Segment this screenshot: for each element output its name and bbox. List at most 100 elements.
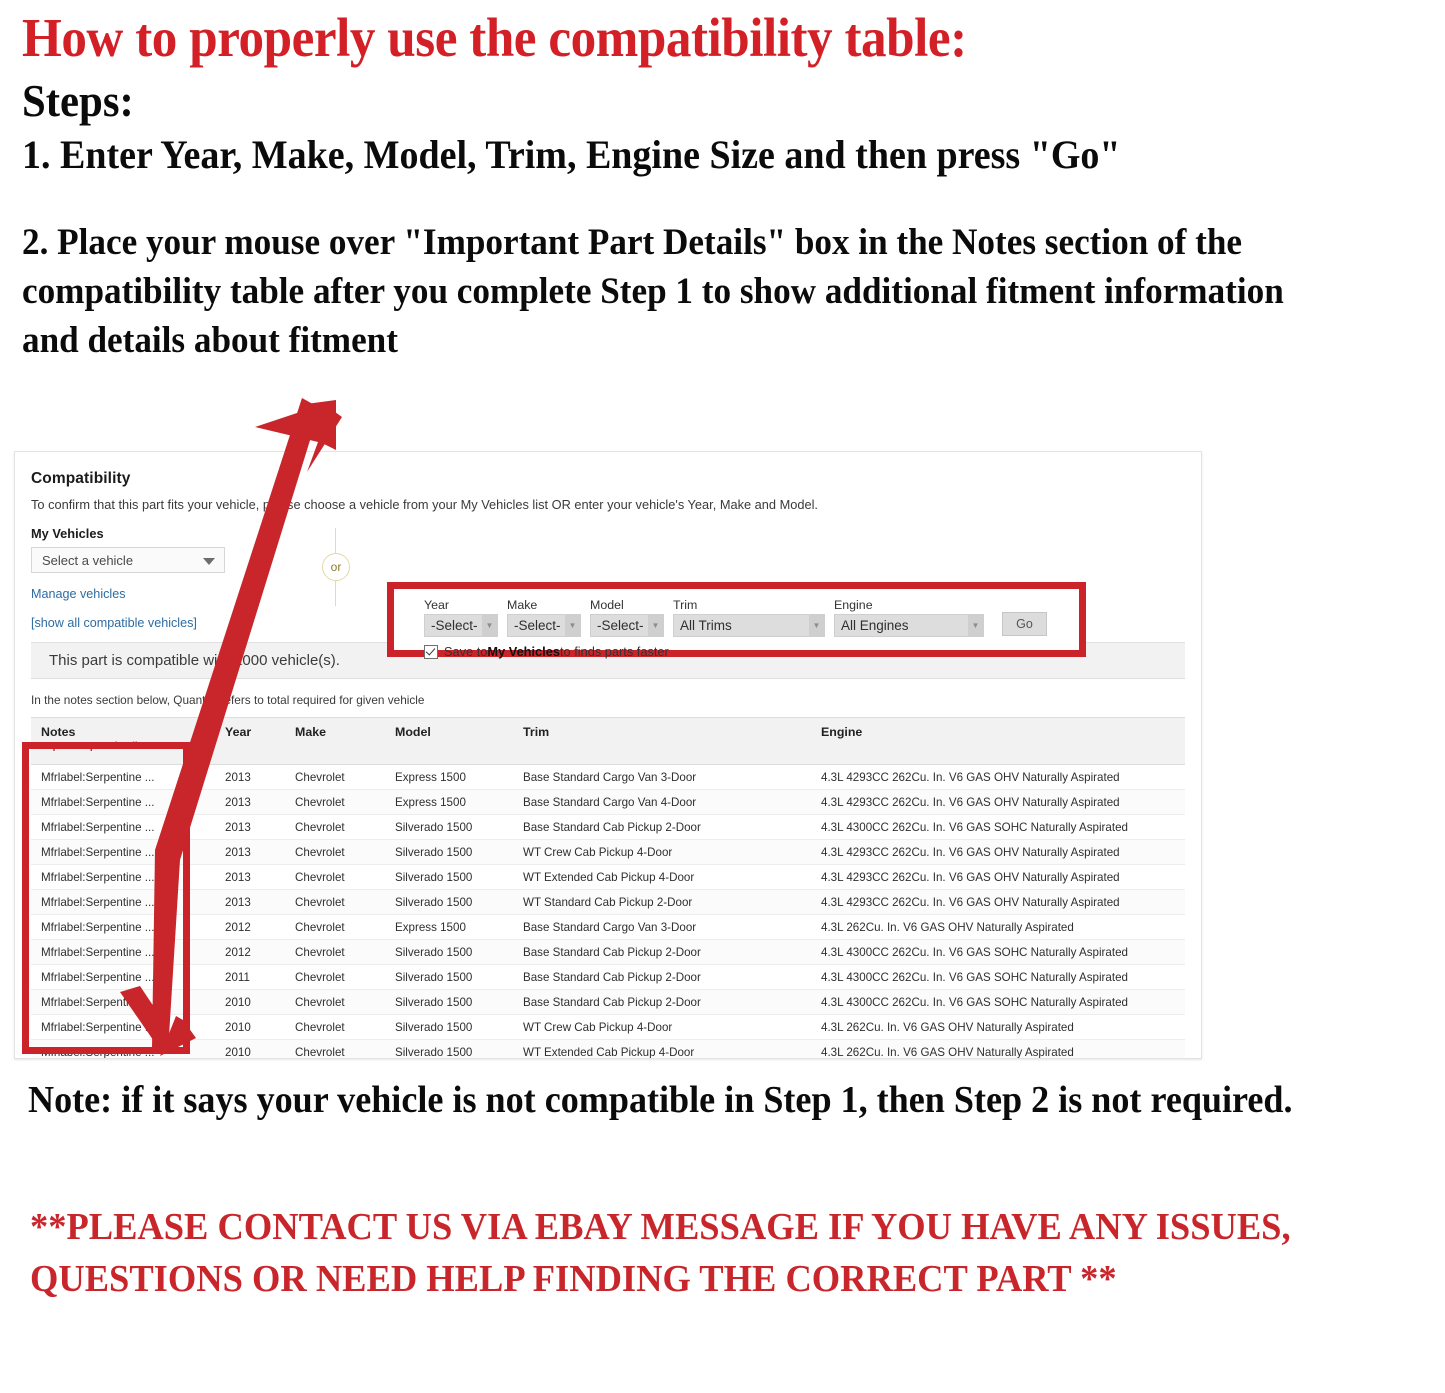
step-2-text: 2. Place your mouse over "Important Part… [22,222,1284,361]
table-row[interactable]: Mfrlabel:Serpentine ... 2010 Chevrolet Silv… [31,1039,1185,1058]
header-notes-label: Notes [41,725,76,739]
make-label: Make [507,598,538,612]
or-badge-label: or [322,553,350,581]
trim-label: Trim [673,598,698,612]
table-row[interactable]: Mfrlabel:Serpentine ... 2013 Chevrolet Expr… [31,789,1185,815]
cell-trim: WT Standard Cab Pickup 2-Door [513,889,811,915]
cell-model: Express 1500 [385,764,513,790]
cell-trim: WT Extended Cab Pickup 4-Door [513,1039,811,1058]
cell-make: Chevrolet [285,814,385,840]
table-row[interactable]: Mfrlabel:Serpentine ... 2013 Chevrolet Silv… [31,839,1185,865]
model-label: Model [590,598,624,612]
cell-notes: Mfrlabel:Serpentine ... [31,864,215,890]
table-row[interactable]: Mfrlabel:Serpentine ... 2012 Chevrolet Expr… [31,914,1185,940]
cell-trim: Base Standard Cargo Van 3-Door [513,764,811,790]
cell-make: Chevrolet [285,1014,385,1040]
cell-engine: 4.3L 4300CC 262Cu. In. V6 GAS SOHC Natur… [811,814,1185,840]
table-row[interactable]: Mfrlabel:Serpentine ... 2013 Chevrolet Expr… [31,764,1185,790]
cell-make: Chevrolet [285,1039,385,1058]
cell-engine: 4.3L 262Cu. In. V6 GAS OHV Naturally Asp… [811,914,1185,940]
trim-select[interactable]: All Trims ▼ [673,614,825,637]
cell-notes: Mfrlabel:Serpentine ... [31,989,215,1015]
cell-year: 2013 [215,889,285,915]
table-row[interactable]: Mfrlabel:Serpentine ... 2011 Chevrolet Silv… [31,964,1185,990]
make-select[interactable]: -Select- ▼ [507,614,581,637]
model-select[interactable]: -Select- ▼ [590,614,664,637]
cell-year: 2013 [215,789,285,815]
cell-trim: Base Standard Cab Pickup 2-Door [513,964,811,990]
compatibility-table-body: Mfrlabel:Serpentine ... 2013 Chevrolet Expr… [31,764,1185,1058]
header-model[interactable]: Model [385,717,513,765]
cell-model: Silverado 1500 [385,814,513,840]
cell-engine: 4.3L 262Cu. In. V6 GAS OHV Naturally Asp… [811,1039,1185,1058]
chevron-down-icon: ▼ [809,615,824,636]
cell-engine: 4.3L 4293CC 262Cu. In. V6 GAS OHV Natura… [811,839,1185,865]
manage-vehicles-link[interactable]: Manage vehicles [31,587,291,601]
table-row[interactable]: Mfrlabel:Serpentine ... 2013 Chevrolet Silv… [31,814,1185,840]
cell-engine: 4.3L 4293CC 262Cu. In. V6 GAS OHV Natura… [811,864,1185,890]
cell-make: Chevrolet [285,889,385,915]
cell-make: Chevrolet [285,764,385,790]
cell-notes: Mfrlabel:Serpentine ... [31,789,215,815]
header-year[interactable]: Year [215,717,285,765]
chevron-down-icon: ▼ [565,615,580,636]
quantity-note: In the notes section below, Quantity ref… [31,693,425,707]
cell-model: Silverado 1500 [385,964,513,990]
table-row[interactable]: Mfrlabel:Serpentine ... 2013 Chevrolet Silv… [31,889,1185,915]
table-header-row: Notes Important part details Year Make M… [31,717,1185,765]
table-row[interactable]: Mfrlabel:Serpentine ... 2012 Chevrolet Silv… [31,939,1185,965]
my-vehicles-select[interactable]: Select a vehicle [31,547,225,573]
year-select[interactable]: -Select- ▼ [424,614,498,637]
cell-make: Chevrolet [285,964,385,990]
chevron-down-icon [203,558,215,565]
engine-field: Engine All Engines ▼ [834,598,984,637]
cell-model: Silverado 1500 [385,889,513,915]
cell-year: 2010 [215,989,285,1015]
chevron-down-icon: ▼ [482,615,497,636]
save-checkbox[interactable] [424,644,438,659]
cell-trim: Base Standard Cab Pickup 2-Door [513,989,811,1015]
compatibility-table: Notes Important part details Year Make M… [31,717,1185,1058]
cell-year: 2013 [215,864,285,890]
compatibility-title: Compatibility [31,470,131,487]
cell-notes: Mfrlabel:Serpentine ... [31,914,215,940]
save-to-my-vehicles-row[interactable]: Save to My Vehicles to finds parts faste… [394,637,1079,659]
cell-trim: Base Standard Cargo Van 3-Door [513,914,811,940]
my-vehicles-column: My Vehicles Select a vehicle Manage vehi… [31,526,291,601]
vehicle-finder-highlight-box: Year -Select- ▼ Make -Select- ▼ Model -S… [387,582,1086,659]
cell-model: Express 1500 [385,914,513,940]
cell-model: Silverado 1500 [385,839,513,865]
cell-trim: Base Standard Cab Pickup 2-Door [513,814,811,840]
table-row[interactable]: Mfrlabel:Serpentine ... 2010 Chevrolet Silv… [31,989,1185,1015]
engine-select[interactable]: All Engines ▼ [834,614,984,637]
header-engine[interactable]: Engine [811,717,1185,765]
header-trim[interactable]: Trim [513,717,811,765]
save-text-before: Save to [444,644,488,659]
cell-engine: 4.3L 4293CC 262Cu. In. V6 GAS OHV Natura… [811,889,1185,915]
steps-label: Steps: [22,75,134,126]
table-row[interactable]: Mfrlabel:Serpentine ... 2010 Chevrolet Silv… [31,1014,1185,1040]
cell-model: Silverado 1500 [385,939,513,965]
year-select-value: -Select- [431,618,478,633]
cell-year: 2010 [215,1039,285,1058]
header-notes[interactable]: Notes Important part details [31,717,215,765]
instructions-header: How to properly use the compatibility ta… [22,10,1422,366]
table-row[interactable]: Mfrlabel:Serpentine ... 2013 Chevrolet Silv… [31,864,1185,890]
footer-contact-message: **PLEASE CONTACT US VIA EBAY MESSAGE IF … [30,1206,1291,1300]
cell-notes: Mfrlabel:Serpentine ... [31,1039,215,1058]
cell-notes: Mfrlabel:Serpentine ... [31,1014,215,1040]
cell-year: 2010 [215,1014,285,1040]
header-make[interactable]: Make [285,717,385,765]
go-button[interactable]: Go [1002,612,1047,636]
my-vehicles-label: My Vehicles [31,526,104,541]
cell-model: Silverado 1500 [385,989,513,1015]
step-1-text: 1. Enter Year, Make, Model, Trim, Engine… [22,132,1121,178]
cell-make: Chevrolet [285,939,385,965]
compatibility-panel: Compatibility To confirm that this part … [14,451,1202,1059]
engine-label: Engine [834,598,873,612]
cell-make: Chevrolet [285,864,385,890]
cell-notes: Mfrlabel:Serpentine ... [31,889,215,915]
or-divider: or [291,526,379,606]
cell-year: 2013 [215,764,285,790]
cell-engine: 4.3L 4293CC 262Cu. In. V6 GAS OHV Natura… [811,764,1185,790]
